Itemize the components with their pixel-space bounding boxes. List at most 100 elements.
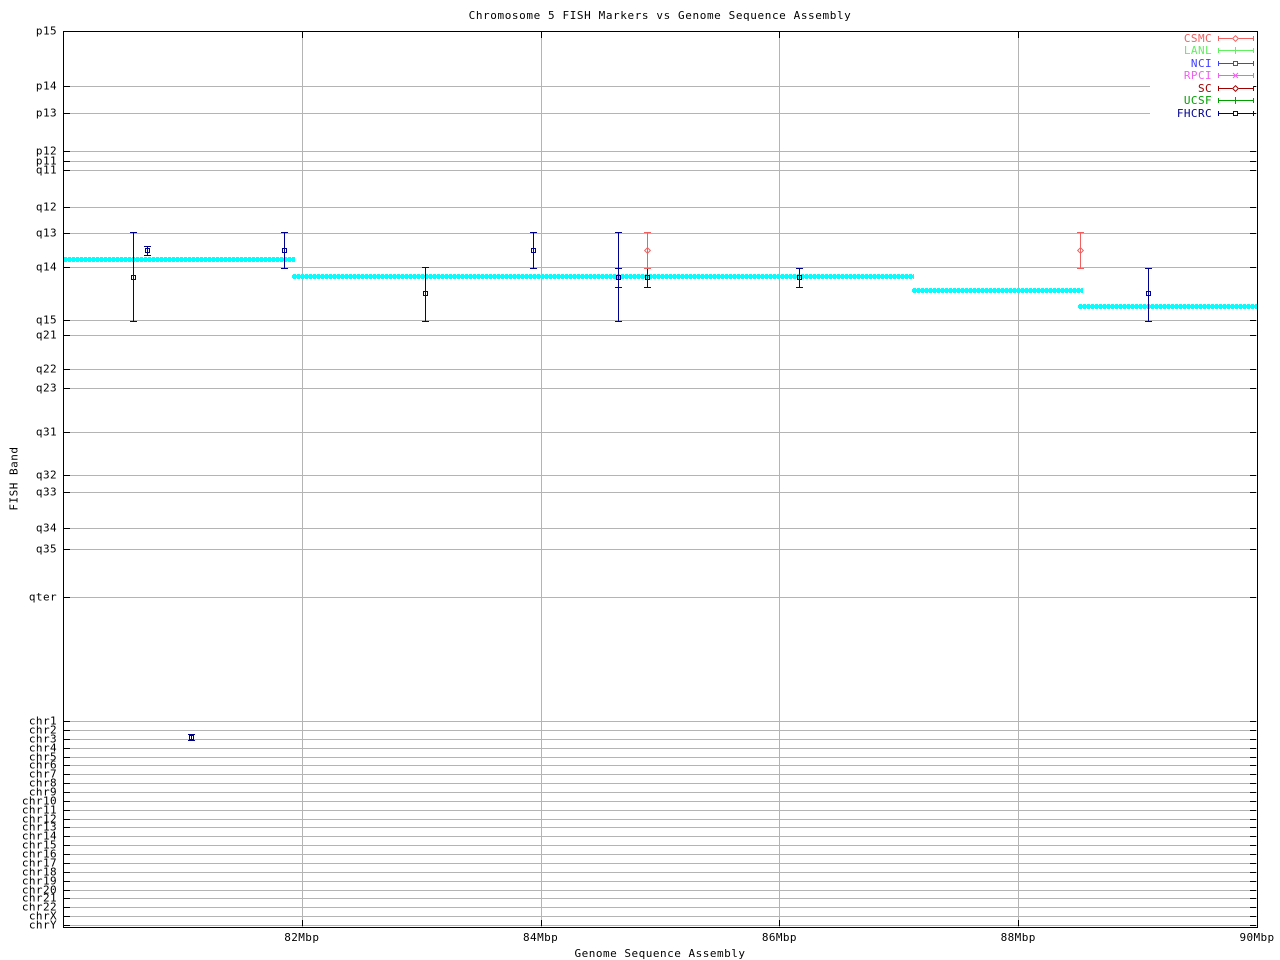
fhcrc-point-errorbar-cap — [615, 268, 622, 269]
gridline-chr22 — [64, 907, 1257, 908]
y-tick-right-chr5 — [1250, 757, 1256, 758]
gridline-p12 — [64, 151, 1257, 152]
y-tick-label-p13: p13 — [35, 106, 57, 120]
x-tick-top-90Mbp — [1257, 32, 1258, 38]
fhcrc-point-marker — [145, 248, 150, 253]
y-tick-left-chr5 — [64, 757, 70, 758]
y-tick-left-q12 — [64, 207, 70, 208]
gridline-chr20 — [64, 890, 1257, 891]
y-tick-left-chr12 — [64, 819, 70, 820]
y-tick-left-p15 — [64, 31, 70, 32]
legend-row-nci: NCI — [1150, 57, 1254, 69]
y-tick-left-p13 — [64, 113, 70, 114]
legend-cap — [1253, 110, 1254, 116]
csmc-point-errorbar-cap — [644, 232, 651, 233]
gridline-82Mbp — [302, 32, 303, 927]
y-tick-right-chr11 — [1250, 810, 1256, 811]
y-tick-right-chr15 — [1250, 845, 1256, 846]
y-tick-left-p12 — [64, 151, 70, 152]
legend-line — [1218, 50, 1254, 51]
y-tick-right-chr18 — [1250, 872, 1256, 873]
gridline-chr5 — [64, 757, 1257, 758]
y-tick-right-chr20 — [1250, 890, 1256, 891]
legend-sample-csmc — [1218, 34, 1254, 43]
y-tick-right-p11 — [1250, 161, 1256, 162]
gridline-q33 — [64, 492, 1257, 493]
y-tick-left-chr20 — [64, 890, 70, 891]
fhcrc-point-errorbar-cap — [1145, 268, 1152, 269]
gridline-q22 — [64, 369, 1257, 370]
gridline-q11 — [64, 170, 1257, 171]
legend-sample-fhcrc — [1218, 109, 1254, 118]
y-tick-right-q15 — [1250, 320, 1256, 321]
gridline-chr9 — [64, 792, 1257, 793]
gridline-q32 — [64, 475, 1257, 476]
y-tick-left-q15 — [64, 320, 70, 321]
y-tick-right-q23 — [1250, 388, 1256, 389]
y-tick-right-chr1 — [1250, 721, 1256, 722]
y-tick-right-chr16 — [1250, 854, 1256, 855]
y-tick-left-p14 — [64, 86, 70, 87]
legend-cap — [1253, 98, 1254, 103]
fhcrc-point-errorbar-cap — [144, 246, 151, 247]
fhcrc-point-marker — [531, 248, 536, 253]
fhcrc-point-errorbar-cap — [1145, 321, 1152, 322]
fhcrc-point-errorbar-cap — [281, 268, 288, 269]
y-tick-left-chr22 — [64, 907, 70, 908]
plot-border — [63, 31, 1258, 928]
y-tick-right-q32 — [1250, 475, 1256, 476]
x-axis-title: Genome Sequence Assembly — [574, 947, 746, 960]
gridline-88Mbp — [1018, 32, 1019, 927]
y-tick-left-chr8 — [64, 783, 70, 784]
x-tick-top-84Mbp — [541, 32, 542, 38]
y-tick-label-q12: q12 — [35, 200, 57, 214]
y-tick-right-chr10 — [1250, 801, 1256, 802]
gridline-chr2 — [64, 730, 1257, 731]
y-tick-label-p15: p15 — [35, 24, 57, 38]
legend-sample-nci — [1218, 59, 1254, 68]
csmc-point-errorbar-cap — [644, 268, 651, 269]
x-tick-bottom-86Mbp — [779, 920, 780, 926]
assembly-segment — [911, 288, 1083, 293]
gridline-chr8 — [64, 783, 1257, 784]
y-tick-left-chr13 — [64, 827, 70, 828]
y-tick-left-q14 — [64, 267, 70, 268]
y-tick-right-chr4 — [1250, 748, 1256, 749]
legend-label-csmc: CSMC — [1183, 31, 1212, 45]
y-tick-label-q15: q15 — [35, 313, 57, 327]
legend-cap — [1218, 60, 1219, 66]
x-tick-label-84Mbp: 84Mbp — [523, 931, 559, 944]
legend-row-lanl: LANL — [1150, 44, 1254, 57]
y-tick-label-q13: q13 — [35, 226, 57, 240]
y-tick-left-q23 — [64, 388, 70, 389]
assembly-segment-texture — [63, 261, 295, 262]
legend-label-fhcrc: FHCRC — [1176, 106, 1212, 120]
y-tick-right-p12 — [1250, 151, 1256, 152]
y-tick-right-chr21 — [1250, 898, 1256, 899]
x-tick-top-82Mbp — [302, 32, 303, 38]
csmc-point-marker — [643, 246, 652, 255]
gridline-q13 — [64, 233, 1257, 234]
legend-label-sc: SC — [1197, 81, 1212, 95]
gridline-chr21 — [64, 898, 1257, 899]
fhcrc-point-marker — [1146, 291, 1151, 296]
y-tick-left-chrY — [64, 925, 70, 926]
x-tick-top-86Mbp — [779, 32, 780, 38]
assembly-segment-texture — [292, 274, 915, 275]
fhcrc-point-errorbar-cap — [796, 268, 803, 269]
legend-sample-lanl — [1218, 46, 1254, 55]
y-tick-left-chr18 — [64, 872, 70, 873]
y-tick-right-q21 — [1250, 335, 1256, 336]
legend-cap — [1253, 60, 1254, 66]
csmc-marker-icon — [1231, 34, 1240, 42]
assembly-segment-texture — [63, 257, 295, 258]
y-tick-label-q35: q35 — [35, 542, 57, 556]
legend-label-lanl: LANL — [1183, 44, 1212, 57]
fhcrc-point-marker — [797, 275, 802, 280]
y-tick-label-q21: q21 — [35, 328, 57, 342]
legend-cap — [1218, 35, 1219, 41]
y-tick-left-chr15 — [64, 845, 70, 846]
x-tick-bottom-82Mbp — [302, 920, 303, 926]
gridline-chr19 — [64, 881, 1257, 882]
y-tick-right-chr9 — [1250, 792, 1256, 793]
